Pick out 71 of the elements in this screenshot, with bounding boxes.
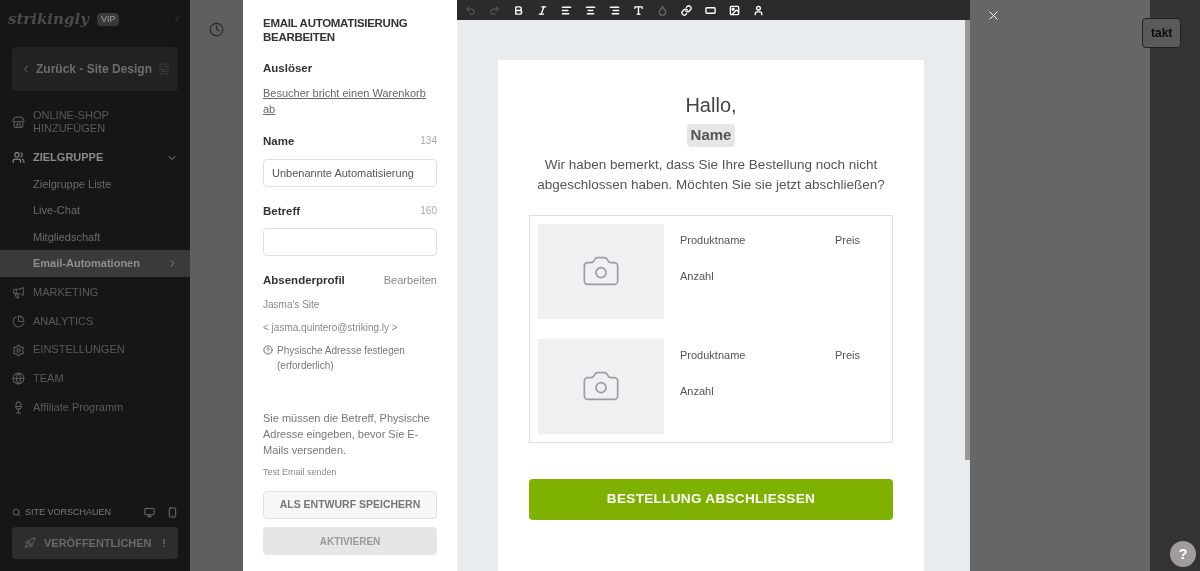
sender-label: Absenderprofil	[263, 272, 345, 288]
publish-button[interactable]: VERÖFFENTLICHEN !	[12, 527, 178, 559]
panel-title: EMAIL AUTOMATISIERUNG BEARBEITEN	[263, 16, 409, 44]
align-center-icon[interactable]	[585, 4, 596, 16]
product-name: Produktname	[680, 232, 747, 248]
droplet-icon[interactable]	[657, 4, 668, 16]
sender-name: Jasma's Site	[263, 298, 321, 312]
font-color-icon[interactable]	[633, 4, 644, 16]
subject-field[interactable]	[263, 227, 437, 256]
desktop-icon[interactable]	[144, 506, 155, 518]
sidebar-subitem[interactable]: Live-Chat	[0, 197, 190, 224]
sidebar-item[interactable]: ZIELGRUPPE	[0, 145, 190, 171]
align-right-icon[interactable]	[609, 4, 620, 16]
gear-icon	[12, 343, 25, 357]
sidebar-subitem[interactable]: Email-Automationen	[0, 250, 190, 277]
sidebar-subitem[interactable]: Mitgliedschaft	[0, 223, 190, 251]
clock-icon	[209, 22, 224, 37]
close-icon[interactable]	[986, 8, 1001, 23]
italic-icon[interactable]	[537, 4, 548, 16]
search-icon	[12, 507, 21, 517]
people-icon	[12, 151, 25, 165]
greeting: Hallo,	[685, 93, 737, 118]
char-count: 134	[420, 134, 437, 149]
link-icon[interactable]	[681, 4, 692, 16]
name-field[interactable]: Unbenannte Automatisierung	[263, 158, 437, 187]
pie-chart-icon	[12, 314, 25, 328]
vip-badge: VIP	[96, 12, 120, 26]
sidebar-item[interactable]: TEAM	[0, 366, 190, 392]
product-price: Preis	[834, 232, 860, 248]
product-name: Produktname	[680, 347, 747, 363]
rocket-icon	[24, 537, 36, 549]
sender-email: < jasma.quintero@striking.ly >	[263, 321, 399, 335]
sidebar-item[interactable]: EINSTELLUNGEN	[0, 337, 190, 363]
sidebar-subitem[interactable]: Zielgruppe Liste	[0, 170, 190, 198]
cocktail-glass-icon	[12, 401, 25, 415]
message-text: Wir haben bemerkt, dass Sie Ihre Bestellung noch nicht abgeschlossen haben. Möchten Sie sie jetzt abschließen?	[536, 155, 886, 194]
product-price: Preis	[834, 347, 860, 363]
globe-icon	[12, 372, 25, 386]
sidebar-item[interactable]: MARKETING	[0, 279, 190, 306]
checkout-button[interactable]: BESTELLUNG ABSCHLIESSEN	[529, 478, 893, 520]
sidebar-item[interactable]: ANALYTICS	[0, 308, 190, 335]
sidebar-item[interactable]: ONLINE-SHOP HINZUFÜGEN	[0, 102, 190, 142]
button-shape-icon[interactable]	[705, 4, 716, 16]
help-icon	[263, 345, 273, 355]
help-button[interactable]: ?	[1170, 541, 1196, 567]
sidebar-item[interactable]: Affiliate Programm	[0, 394, 190, 421]
char-count: 160	[420, 203, 437, 218]
image-icon[interactable]	[729, 4, 740, 16]
megaphone-icon	[12, 286, 25, 300]
product-quantity: Anzahl	[680, 384, 715, 399]
trigger-link[interactable]: Besucher bricht einen Warenkorb ab	[263, 85, 437, 118]
warning-text: Sie müssen die Betreff, Physische Adresse eingeben, bevor Sie E-Mails versenden.	[263, 410, 431, 458]
name-label: Name	[263, 134, 295, 150]
test-email-link[interactable]: Test Email senden	[263, 465, 437, 479]
save-draft-button[interactable]: ALS ENTWURF SPEICHERN	[263, 491, 437, 519]
trigger-label: Auslöser	[263, 61, 314, 76]
bold-icon[interactable]	[513, 4, 524, 16]
subject-label: Betreff	[263, 203, 301, 219]
person-icon[interactable]	[753, 4, 764, 16]
store-icon	[12, 115, 25, 129]
name-tag: Name	[686, 124, 736, 147]
address-note[interactable]: Physische Adresse festlegen (erforderlich)	[277, 343, 437, 373]
phone-icon[interactable]	[167, 506, 178, 518]
product-quantity: Anzahl	[680, 269, 715, 284]
scrollbar-thumb[interactable]	[965, 20, 970, 460]
contact-button[interactable]: takt	[1142, 18, 1182, 48]
edit-link[interactable]: Bearbeiten	[383, 271, 437, 289]
align-left-icon[interactable]	[561, 4, 572, 16]
preview-label: SITE VORSCHAUEN	[25, 505, 112, 519]
page-icon	[158, 62, 170, 75]
back-button[interactable]: Zurück - Site Design	[12, 46, 178, 91]
